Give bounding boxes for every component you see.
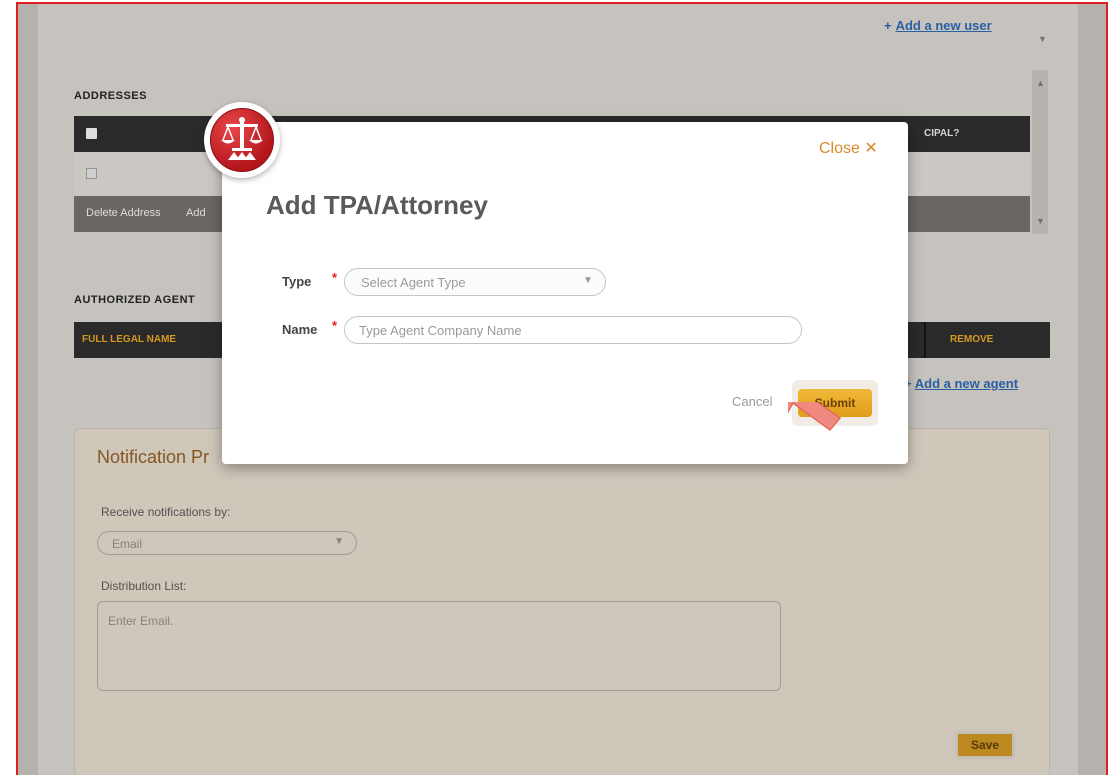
name-field-label: Name [282, 322, 318, 337]
agent-type-select[interactable]: Select Agent Type ▼ [344, 268, 606, 296]
agent-type-placeholder: Select Agent Type [361, 275, 466, 290]
type-field-label: Type [282, 274, 312, 289]
chevron-down-icon: ▼ [583, 275, 593, 286]
cancel-button[interactable]: Cancel [732, 394, 772, 409]
agent-company-name-input[interactable] [344, 316, 802, 344]
modal-title: Add TPA/Attorney [266, 190, 488, 220]
close-modal-button[interactable]: Close ✕ [819, 138, 878, 158]
required-marker: * [332, 318, 338, 333]
required-marker: * [332, 270, 338, 285]
scales-of-justice-icon [221, 117, 263, 160]
screenshot-frame: + Add a new user ▼ ADDRESSES ▲ ▼ CIPAL? D… [16, 2, 1108, 775]
add-tpa-attorney-modal: Close ✕ Add TPA/Attorney Type * Select A… [222, 122, 908, 464]
pointer-arrow-icon [788, 402, 842, 432]
tpa-logo [204, 102, 280, 178]
